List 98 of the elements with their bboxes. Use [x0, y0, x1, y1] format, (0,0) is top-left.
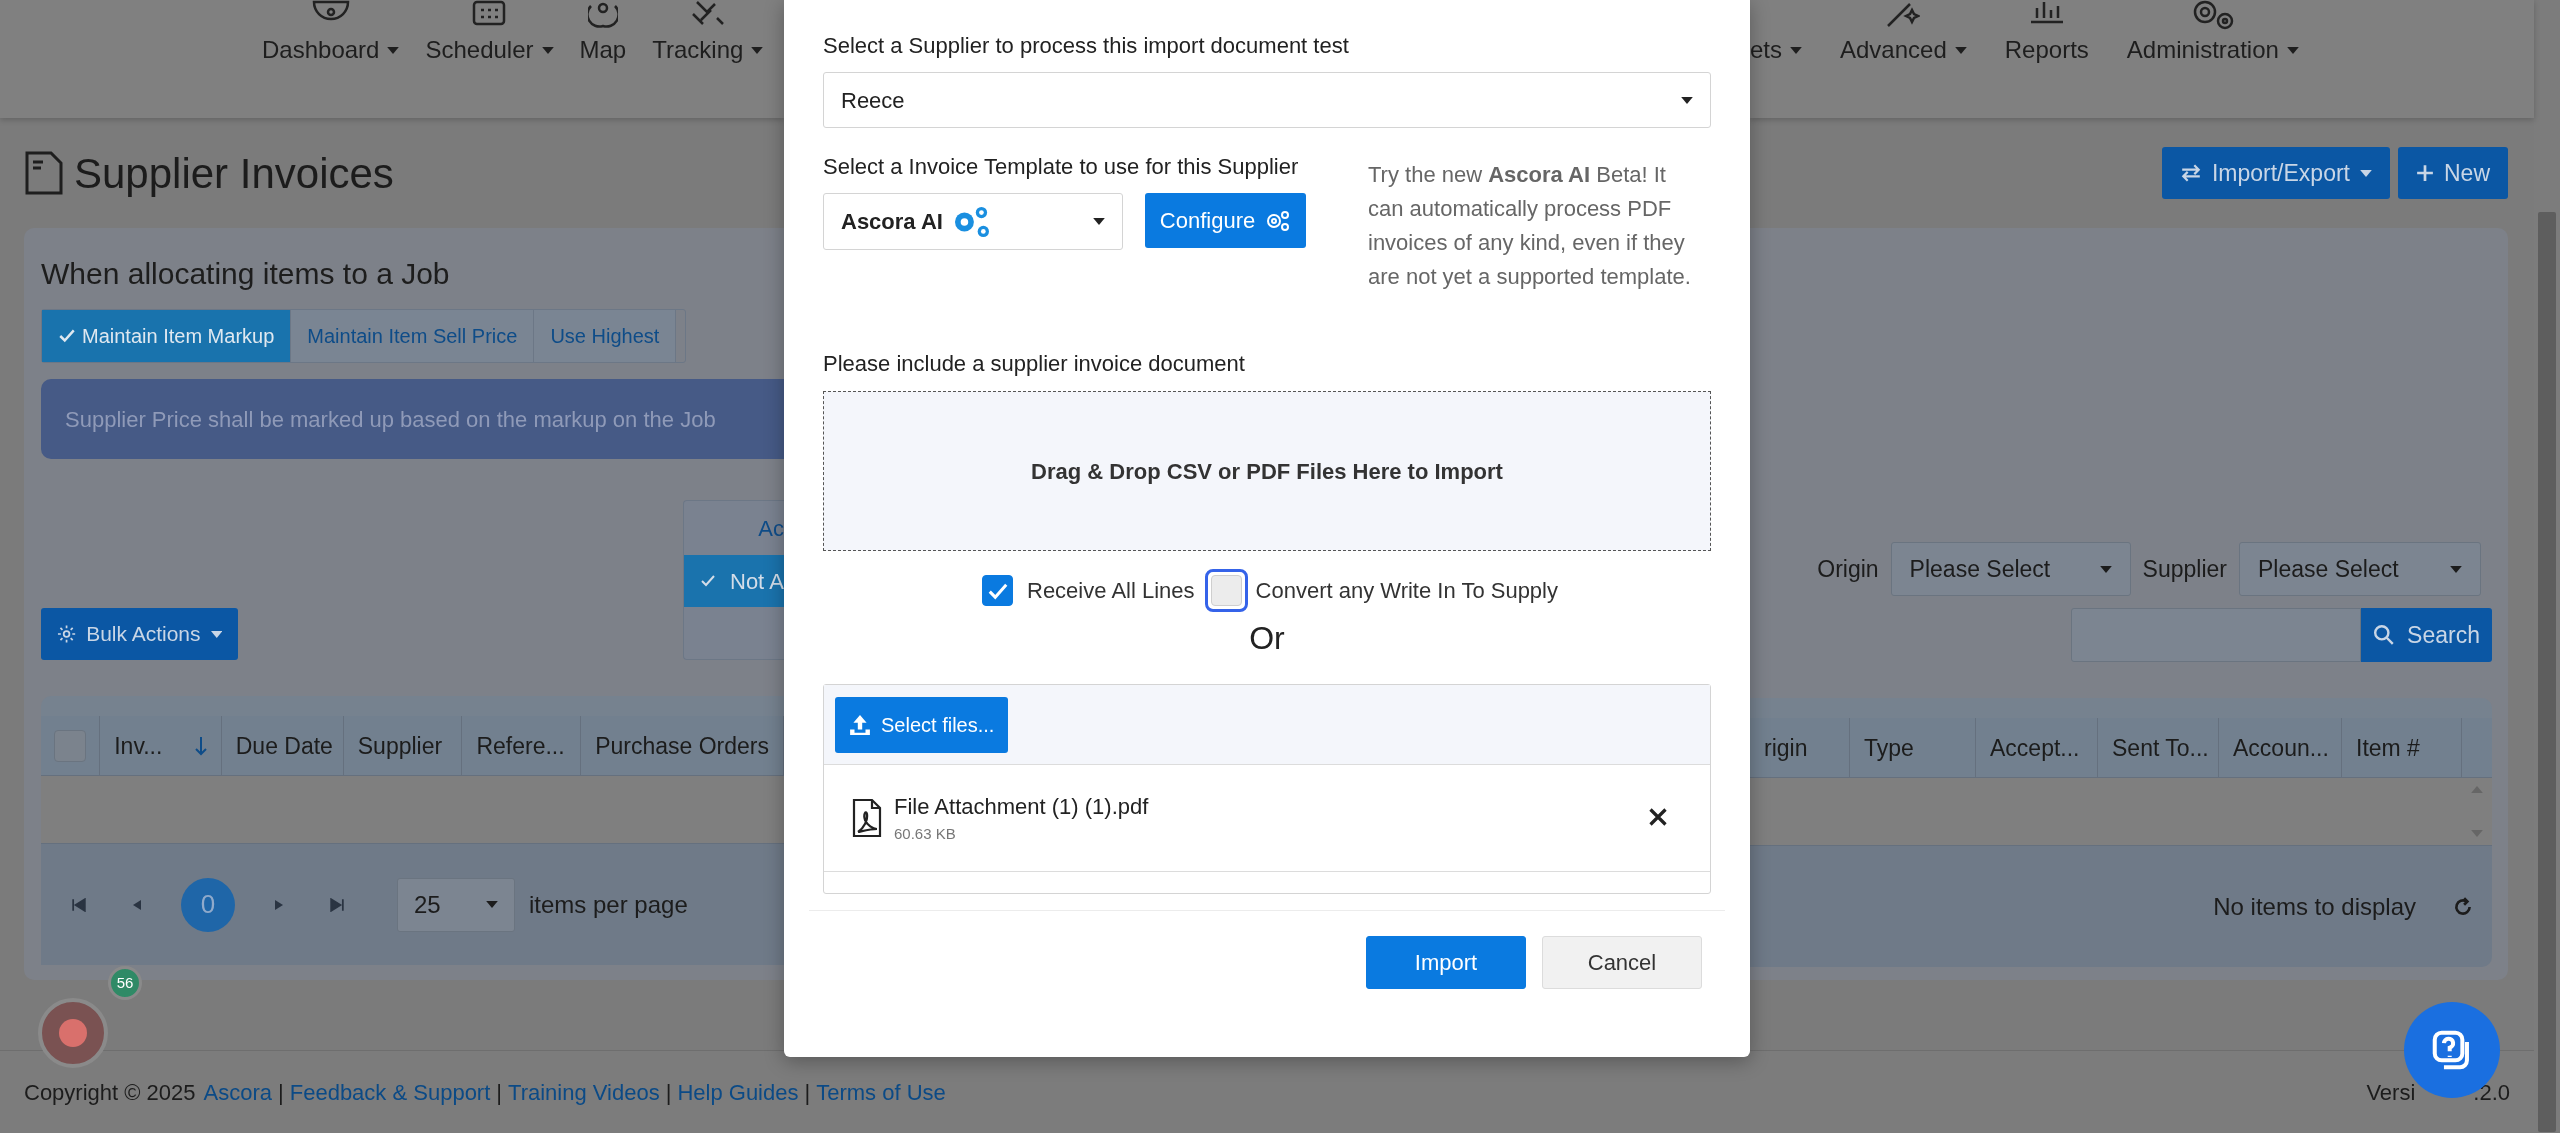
notification-count: 56	[108, 966, 142, 1000]
nav-link[interactable]: Dashboard	[262, 32, 400, 68]
separator-text: |	[804, 1078, 811, 1107]
close-icon	[1648, 807, 1668, 827]
sort-arrow-icon	[194, 736, 207, 756]
select-files-button[interactable]: Select files...	[835, 696, 1009, 753]
caret-icon	[1093, 218, 1105, 225]
invoice-icon	[24, 150, 64, 196]
pager-status: No items to display	[2213, 891, 2416, 922]
drop-zone-text: Drag & Drop CSV or PDF Files Here to Import	[1031, 457, 1503, 486]
file-size: 60.63 KB	[894, 824, 957, 845]
gear-icon	[57, 624, 77, 644]
scroll-down-icon	[2471, 830, 2483, 837]
caret-icon	[541, 46, 554, 54]
map-pin-icon	[587, 0, 618, 28]
refresh-icon	[2452, 895, 2474, 918]
satellite-icon	[690, 0, 725, 26]
search-field[interactable]	[2071, 608, 2361, 662]
cancel-button[interactable]: Cancel	[1542, 936, 1702, 989]
search-icon	[2373, 624, 2396, 646]
plus-icon	[2416, 164, 2434, 182]
segment-tab[interactable]: Maintain Item Sell Price	[291, 310, 535, 362]
bar-chart-icon	[2028, 0, 2065, 24]
new-button[interactable]: New	[2398, 147, 2508, 199]
field-label: Select a Invoice Template to use for this Supplier	[823, 153, 1300, 181]
footer-link[interactable]: Training Videos	[508, 1075, 660, 1109]
check-icon	[700, 573, 716, 589]
version-text: Versi	[2366, 1078, 2416, 1107]
info-text: Supplier Price shall be marked up based on the markup on the Job	[65, 405, 716, 434]
section-heading: When allocating items to a Job	[41, 256, 451, 292]
first-page-icon[interactable]	[72, 897, 86, 912]
upload-icon	[849, 713, 871, 736]
bulk-actions-button[interactable]: Bulk Actions	[41, 608, 238, 660]
checkbox[interactable]	[1204, 569, 1248, 612]
version-text: .2.0	[2473, 1078, 2510, 1107]
supplier-select[interactable]: Reece	[823, 72, 1711, 128]
copyright-text: Copyright © 2025	[24, 1078, 196, 1107]
nav-link[interactable]: Administration	[2126, 32, 2299, 68]
panel-heading: Ac	[758, 514, 784, 543]
search-button[interactable]: Search	[2361, 608, 2492, 662]
nav-link[interactable]: Scheduler	[425, 32, 554, 68]
beta-note: Try the new Ascora AI Beta! It can automatically process PDF invoices of any kind, even if they are not yet a supported template.	[1368, 161, 1692, 291]
separator-text: |	[496, 1078, 503, 1107]
separator-text: Or	[1248, 619, 1286, 658]
nav-link[interactable]: Map	[579, 32, 627, 68]
pdf-file-icon	[852, 796, 882, 840]
import-export-button[interactable]: Import/Export	[2161, 147, 2390, 199]
caret-icon	[751, 46, 764, 54]
caret-icon	[1954, 46, 1967, 54]
page-size-select[interactable]: 25	[397, 877, 515, 932]
gears-icon	[1265, 209, 1292, 232]
separator-text: |	[278, 1078, 284, 1107]
configure-button[interactable]: Configure	[1145, 193, 1306, 248]
page-title: Supplier Invoices	[74, 148, 394, 199]
nav-link[interactable]: Tracking	[652, 32, 764, 68]
segment-tab[interactable]: Use Highest	[534, 310, 677, 362]
filter-label: Origin	[1817, 554, 1879, 584]
refresh-button[interactable]	[2452, 895, 2474, 918]
caret-icon	[1681, 96, 1693, 104]
field-label: Please include a supplier invoice document	[823, 350, 1246, 378]
footer-link[interactable]: Ascora	[203, 1075, 272, 1109]
origin-select[interactable]: Please Select	[1890, 542, 2131, 596]
checkbox-label: Convert any Write In To Supply	[1255, 577, 1558, 605]
drop-zone[interactable]: Drag & Drop CSV or PDF Files Here to Import	[823, 391, 1711, 551]
import-button[interactable]: Import	[1366, 936, 1526, 989]
field-label: Select a Supplier to process this import document test	[823, 32, 1350, 60]
nav-link[interactable]: Reports	[2004, 32, 2089, 68]
check-icon	[58, 327, 76, 345]
footer-link[interactable]: Help Guides	[677, 1075, 799, 1109]
caret-icon	[210, 630, 222, 638]
separator-text: |	[665, 1078, 672, 1107]
scroll-up-icon	[2471, 786, 2483, 793]
last-page-icon[interactable]	[330, 897, 344, 912]
previous-page-icon[interactable]	[131, 898, 143, 911]
next-page-icon[interactable]	[273, 898, 285, 911]
filter-option[interactable]: Not A	[684, 555, 784, 607]
caret-icon	[1790, 46, 1802, 54]
swap-arrows-icon	[2179, 164, 2202, 182]
footer-link[interactable]: Terms of Use	[816, 1075, 946, 1109]
nav-link[interactable]: ets	[1750, 32, 1802, 68]
supplier-select[interactable]: Please Select	[2239, 542, 2481, 596]
caret-icon	[486, 901, 498, 908]
footer-link[interactable]: Feedback & Support	[289, 1075, 491, 1109]
caret-icon	[2286, 46, 2299, 54]
checkbox-label: Receive All Lines	[1027, 577, 1195, 605]
pager-label: items per page	[529, 889, 688, 920]
caret-icon	[2360, 169, 2372, 177]
magic-wand-icon	[1886, 0, 1921, 28]
segment-tab[interactable]: Maintain Item Markup	[42, 310, 292, 362]
calendar-icon	[472, 0, 507, 26]
nav-link[interactable]: Advanced	[1840, 32, 1967, 68]
file-name: File Attachment (1) (1).pdf	[894, 793, 1149, 822]
filter-label: Supplier	[2142, 554, 2227, 584]
caret-icon	[2099, 565, 2112, 573]
caret-icon	[387, 46, 400, 54]
current-page-button[interactable]: 0	[181, 877, 235, 932]
template-select[interactable]: Ascora AI	[823, 193, 1123, 250]
caret-icon	[2450, 565, 2462, 573]
